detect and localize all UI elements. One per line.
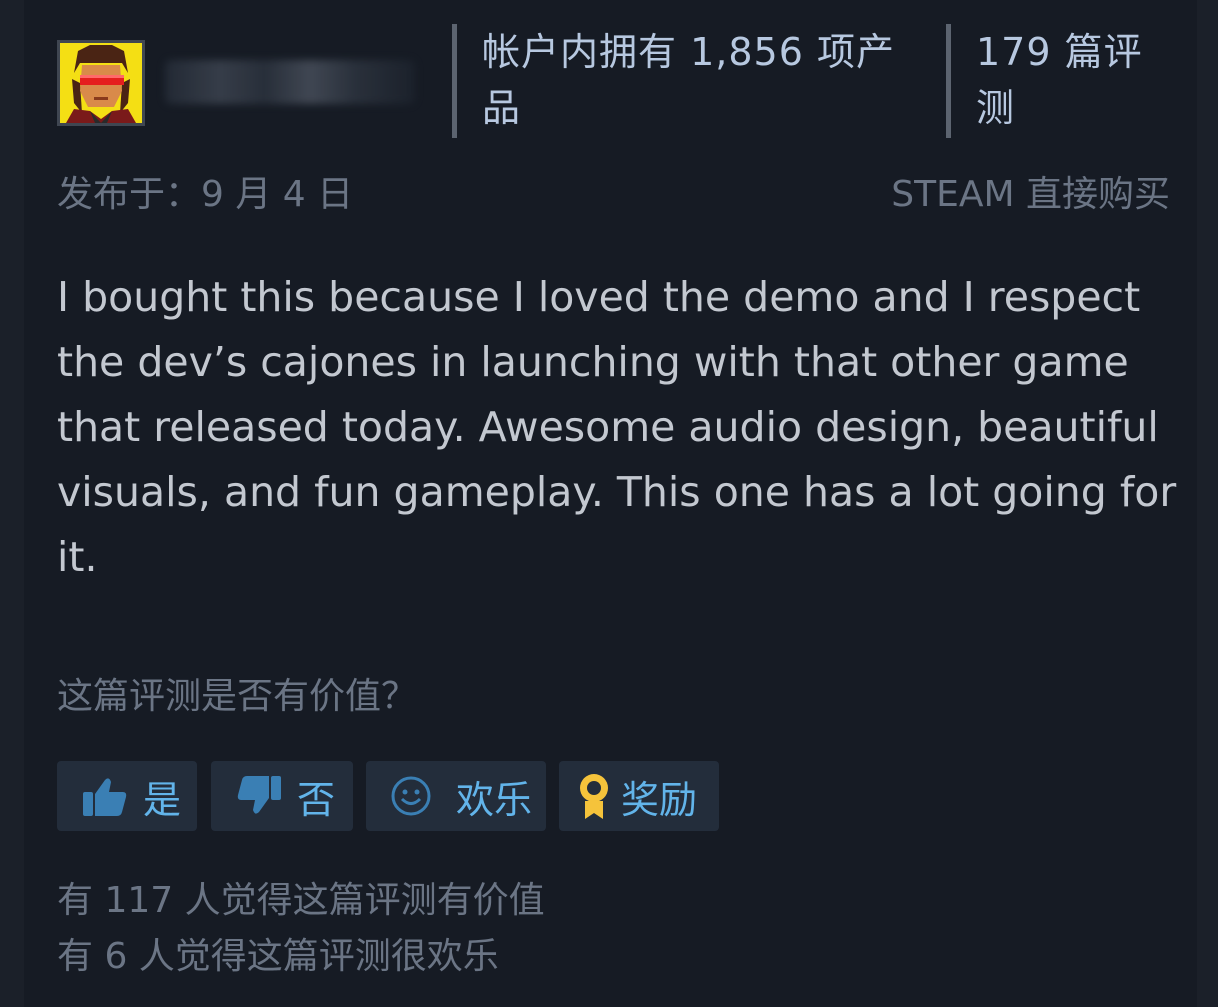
award-label: 奖励	[621, 777, 698, 822]
reviewer-avatar[interactable]	[57, 40, 145, 126]
thumbs-up-icon	[81, 772, 129, 820]
award-medal-icon	[577, 771, 611, 821]
stats-divider-1	[452, 24, 457, 138]
posted-date: 发布于：9 月 4 日	[57, 174, 354, 215]
vote-yes-button[interactable]: 是	[57, 761, 197, 831]
vote-funny-button[interactable]: 欢乐	[366, 761, 546, 831]
vote-no-button[interactable]: 否	[211, 761, 353, 831]
award-button[interactable]: 奖励	[559, 761, 719, 831]
products-owned[interactable]: 帐户内拥有 1,856 项产品	[482, 24, 932, 136]
username-redacted	[165, 60, 415, 104]
vote-yes-label: 是	[143, 777, 182, 822]
funny-count: 有 6 人觉得这篇评测很欢乐	[57, 936, 499, 977]
thumbs-down-icon	[235, 772, 283, 820]
stats-divider-2	[946, 24, 951, 138]
avatar-portrait-icon	[60, 43, 142, 123]
purchase-source: STEAM 直接购买	[891, 174, 1170, 215]
vote-no-label: 否	[297, 777, 336, 822]
review-text: I bought this because I loved the demo a…	[57, 273, 1177, 581]
helpful-count: 有 117 人觉得这篇评测有价值	[57, 880, 545, 921]
smiley-face-icon	[390, 775, 432, 817]
vote-funny-label: 欢乐	[456, 777, 533, 822]
helpful-question: 这篇评测是否有价值？	[57, 676, 418, 717]
review-count[interactable]: 179 篇评测	[976, 24, 1176, 136]
